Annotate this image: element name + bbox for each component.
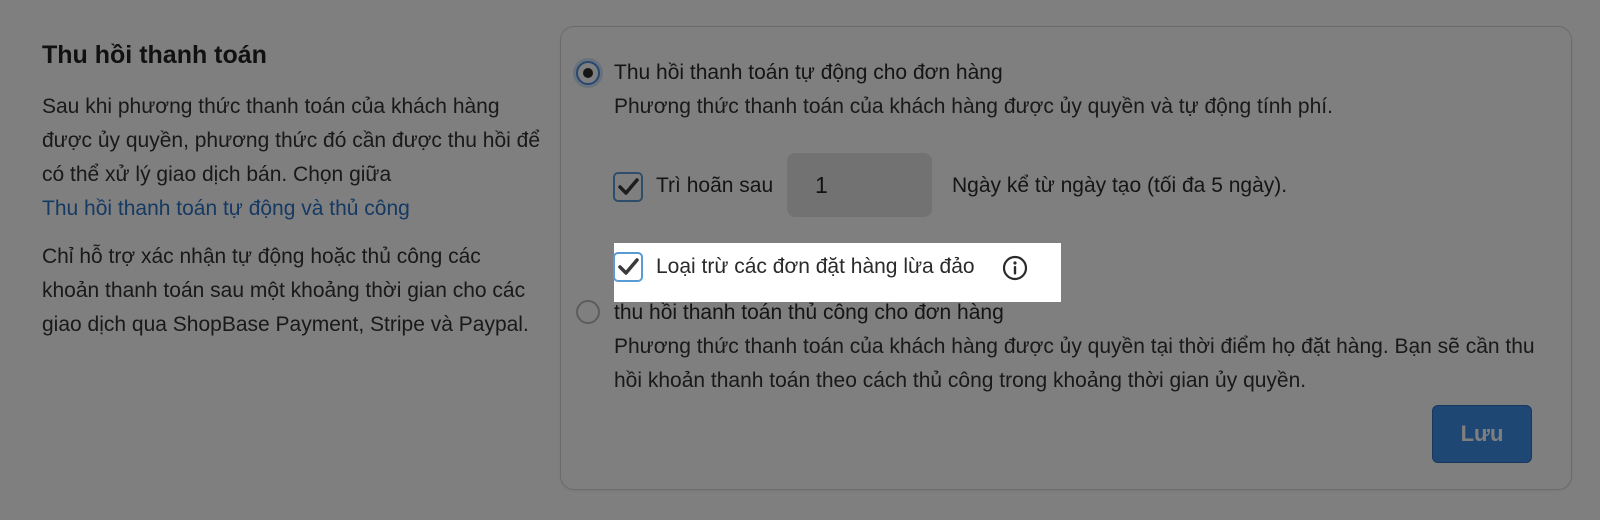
auto-capture-desc: Phương thức thanh toán của khách hàng đư… (614, 95, 1333, 118)
manual-capture-radio[interactable] (576, 300, 600, 324)
auto-capture-radio[interactable] (576, 61, 600, 85)
capture-help-link[interactable]: Thu hồi thanh toán tự động và thủ công (42, 197, 410, 220)
exclude-fraud-label: Loại trừ các đơn đặt hàng lừa đảo (656, 255, 975, 278)
checkmark-icon (618, 178, 639, 195)
section-desc-2: Chỉ hỗ trợ xác nhận tự động hoặc thủ côn… (42, 245, 529, 336)
auto-capture-title: Thu hồi thanh toán tự động cho đơn hàng (614, 61, 1003, 84)
checkmark-icon (618, 258, 639, 275)
manual-capture-desc: Phương thức thanh toán của khách hàng đư… (614, 335, 1535, 392)
section-desc-text: Sau khi phương thức thanh toán của khách… (42, 95, 541, 186)
section-title: Thu hồi thanh toán (42, 41, 267, 69)
delay-suffix: Ngày kể từ ngày tạo (tối đa 5 ngày). (952, 174, 1288, 197)
delay-label: Trì hoãn sau (656, 174, 774, 197)
info-icon[interactable] (1002, 255, 1028, 281)
section-description: Thu hồi thanh toán Sau khi phương thức t… (42, 38, 542, 356)
delay-days-input[interactable] (787, 153, 932, 217)
manual-capture-title: thu hồi thanh toán thủ công cho đơn hàng (614, 301, 1004, 324)
exclude-fraud-checkbox[interactable] (613, 252, 643, 282)
payment-capture-settings: Thu hồi thanh toán Sau khi phương thức t… (0, 0, 1600, 520)
delay-checkbox[interactable] (613, 172, 643, 202)
section-desc-1: Sau khi phương thức thanh toán của khách… (42, 90, 542, 226)
save-button[interactable]: Lưu (1432, 405, 1532, 463)
